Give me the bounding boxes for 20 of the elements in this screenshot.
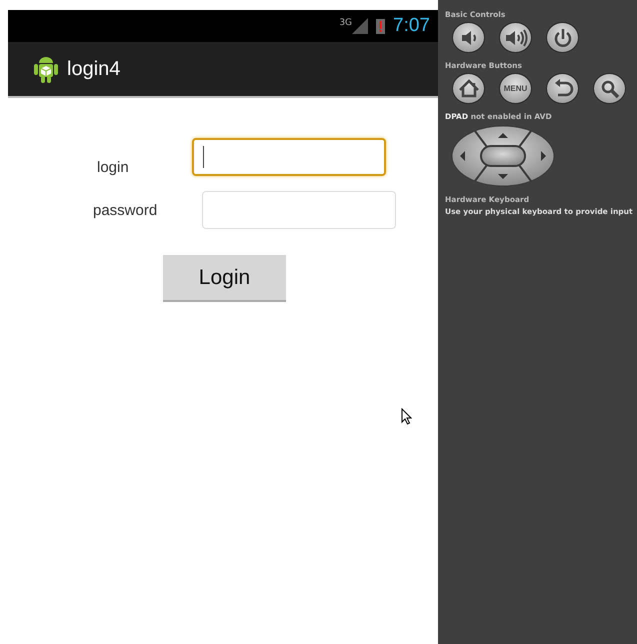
power-button[interactable] [546,22,579,53]
network-type: 3G [339,18,352,28]
dpad-drawing[interactable] [451,125,555,187]
clock-time: 7:07 [393,15,430,37]
search-button[interactable] [593,73,626,104]
android-app-icon [34,56,58,82]
home-button[interactable] [452,73,485,104]
volume-up-button[interactable] [499,22,532,53]
field-label: password [93,202,158,218]
login-button[interactable]: Login [163,255,286,302]
mouse-cursor-icon [401,408,412,425]
field-label: login [97,159,130,176]
volume-down-button[interactable] [452,22,485,53]
input-field[interactable] [192,138,386,176]
home-icon [456,76,480,100]
menu-button[interactable]: MENU [499,73,532,104]
app-title: login4 [67,58,120,80]
signal-icon [352,18,368,34]
back-button[interactable] [546,73,579,104]
battery-icon [376,18,386,34]
